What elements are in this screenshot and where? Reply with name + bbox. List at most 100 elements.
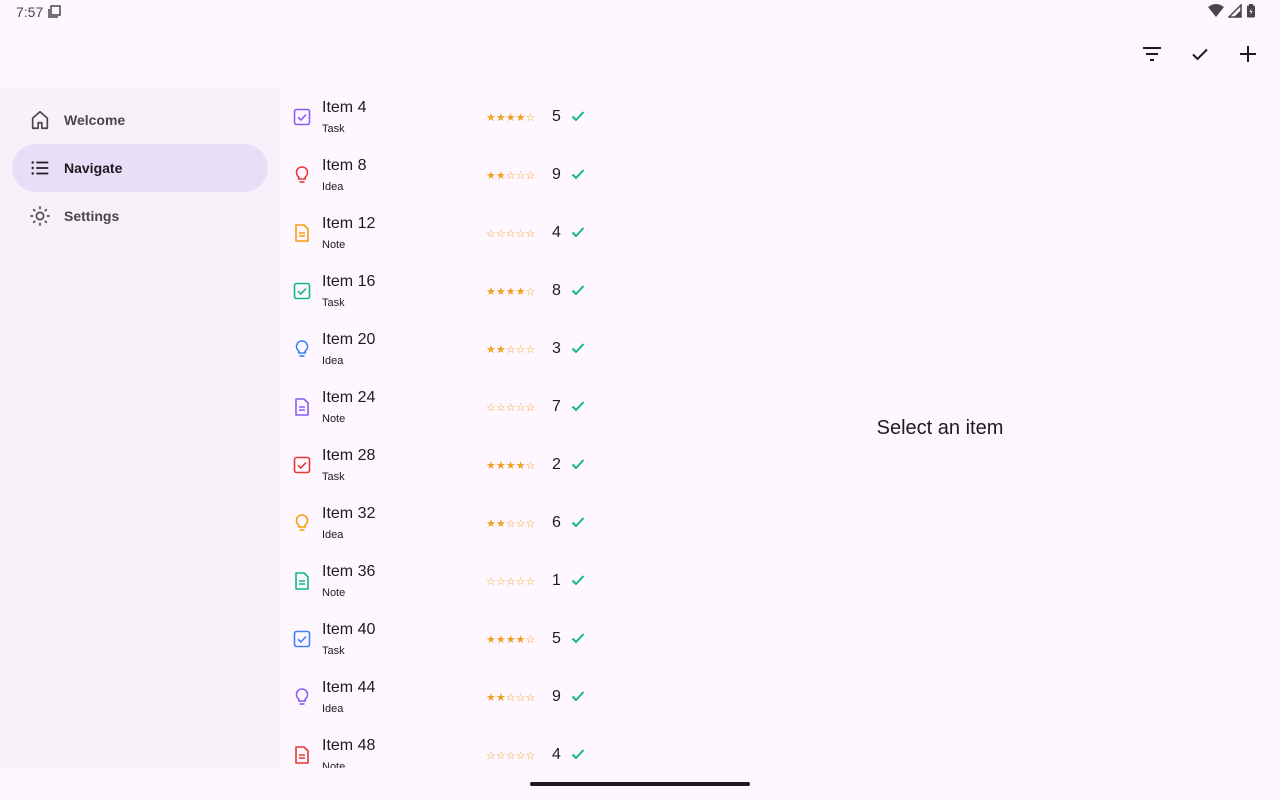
nav-item-welcome[interactable]: Welcome: [12, 96, 268, 144]
item-title: Item 20: [322, 331, 376, 348]
check-icon: [570, 108, 588, 126]
item-rating-stars: ☆☆☆☆☆: [486, 576, 536, 588]
item-rating-stars: ★★★★☆: [486, 460, 536, 472]
list-item[interactable]: Item 12 Note ☆☆☆☆☆ 4: [280, 204, 600, 262]
item-title: Item 48: [322, 737, 376, 754]
task-checkbox-icon: [292, 629, 312, 649]
item-title: Item 40: [322, 621, 376, 638]
check-icon: [570, 630, 588, 648]
check-icon: [570, 398, 588, 416]
task-checkbox-icon: [292, 107, 312, 127]
task-checkbox-icon: [292, 281, 312, 301]
item-count: 3: [552, 340, 561, 357]
item-count: 5: [552, 108, 561, 125]
battery-icon: [1246, 4, 1256, 23]
item-count: 9: [552, 688, 561, 705]
item-count: 8: [552, 282, 561, 299]
item-type: Task: [322, 123, 345, 135]
list-item[interactable]: Item 48 Note ☆☆☆☆☆ 4: [280, 726, 600, 768]
detail-pane: Select an item: [600, 88, 1280, 768]
list-item[interactable]: Item 28 Task ★★★★☆ 2: [280, 436, 600, 494]
add-button[interactable]: [1224, 32, 1272, 80]
item-count: 2: [552, 456, 561, 473]
item-title: Item 24: [322, 389, 376, 406]
item-count: 6: [552, 514, 561, 531]
lightbulb-icon: [292, 165, 312, 185]
item-type: Note: [322, 761, 346, 768]
list-item[interactable]: Item 8 Idea ★★☆☆☆ 9: [280, 146, 600, 204]
item-rating-stars: ★★★★☆: [486, 286, 536, 298]
list-item[interactable]: Item 32 Idea ★★☆☆☆ 6: [280, 494, 600, 552]
item-title: Item 36: [322, 563, 376, 580]
item-type: Note: [322, 413, 346, 425]
item-rating-stars: ★★★★☆: [486, 112, 536, 124]
filter-icon: [1140, 42, 1164, 71]
check-icon: [570, 572, 588, 590]
check-button[interactable]: [1176, 32, 1224, 80]
signal-icon: [1227, 3, 1242, 23]
item-type: Note: [322, 587, 346, 599]
nav-item-label: Settings: [64, 208, 120, 224]
list-item[interactable]: Item 24 Note ☆☆☆☆☆ 7: [280, 378, 600, 436]
check-icon: [570, 514, 588, 532]
item-rating-stars: ★★☆☆☆: [486, 344, 536, 356]
item-count: 9: [552, 166, 561, 183]
screenshot-icon: [48, 5, 62, 24]
home-icon: [28, 108, 52, 132]
nav-item-label: Navigate: [64, 160, 123, 176]
task-checkbox-icon: [292, 455, 312, 475]
list-item[interactable]: Item 44 Idea ★★☆☆☆ 9: [280, 668, 600, 726]
document-icon: [292, 223, 312, 243]
list-item[interactable]: Item 4 Task ★★★★☆ 5: [280, 88, 600, 146]
item-rating-stars: ★★☆☆☆: [486, 692, 536, 704]
lightbulb-icon: [292, 513, 312, 533]
check-icon: [570, 688, 588, 706]
item-title: Item 4: [322, 99, 367, 116]
nav-item-label: Welcome: [64, 112, 126, 128]
item-title: Item 8: [322, 157, 367, 174]
top-app-bar-actions: [1128, 32, 1272, 80]
item-type: Task: [322, 471, 345, 483]
item-count: 7: [552, 398, 561, 415]
item-list[interactable]: Item 4 Task ★★★★☆ 5 Item 8 Idea ★★☆☆☆ 9 …: [280, 88, 600, 768]
item-title: Item 12: [322, 215, 376, 232]
item-type: Idea: [322, 181, 344, 193]
item-rating-stars: ★★☆☆☆: [486, 518, 536, 530]
list-item[interactable]: Item 16 Task ★★★★☆ 8: [280, 262, 600, 320]
item-type: Note: [322, 239, 346, 251]
lightbulb-icon: [292, 339, 312, 359]
item-type: Idea: [322, 529, 344, 541]
lightbulb-icon: [292, 687, 312, 707]
status-bar: 7:57: [0, 0, 1280, 24]
nav-item-navigate[interactable]: Navigate: [12, 144, 268, 192]
detail-placeholder-text: Select an item: [876, 416, 1004, 439]
item-count: 4: [552, 224, 561, 241]
item-count: 1: [552, 572, 561, 589]
check-icon: [1188, 42, 1212, 71]
check-icon: [570, 340, 588, 358]
item-rating-stars: ☆☆☆☆☆: [486, 228, 536, 240]
item-type: Task: [322, 645, 345, 657]
document-icon: [292, 571, 312, 591]
list-item[interactable]: Item 40 Task ★★★★☆ 5: [280, 610, 600, 668]
add-icon: [1236, 42, 1260, 71]
item-type: Task: [322, 297, 345, 309]
list-item[interactable]: Item 36 Note ☆☆☆☆☆ 1: [280, 552, 600, 610]
item-type: Idea: [322, 355, 344, 367]
document-icon: [292, 745, 312, 765]
item-rating-stars: ★★☆☆☆: [486, 170, 536, 182]
item-type: Idea: [322, 703, 344, 715]
item-title: Item 32: [322, 505, 376, 522]
filter-button[interactable]: [1128, 32, 1176, 80]
check-icon: [570, 224, 588, 242]
list-item[interactable]: Item 20 Idea ★★☆☆☆ 3: [280, 320, 600, 378]
check-icon: [570, 166, 588, 184]
check-icon: [570, 456, 588, 474]
check-icon: [570, 746, 588, 764]
gesture-navigation-bar[interactable]: [530, 782, 750, 786]
item-title: Item 16: [322, 273, 376, 290]
item-rating-stars: ☆☆☆☆☆: [486, 402, 536, 414]
nav-item-settings[interactable]: Settings: [12, 192, 268, 240]
navigation-drawer: Welcome Navigate Settings: [0, 88, 280, 768]
brightness-icon: [28, 204, 52, 228]
